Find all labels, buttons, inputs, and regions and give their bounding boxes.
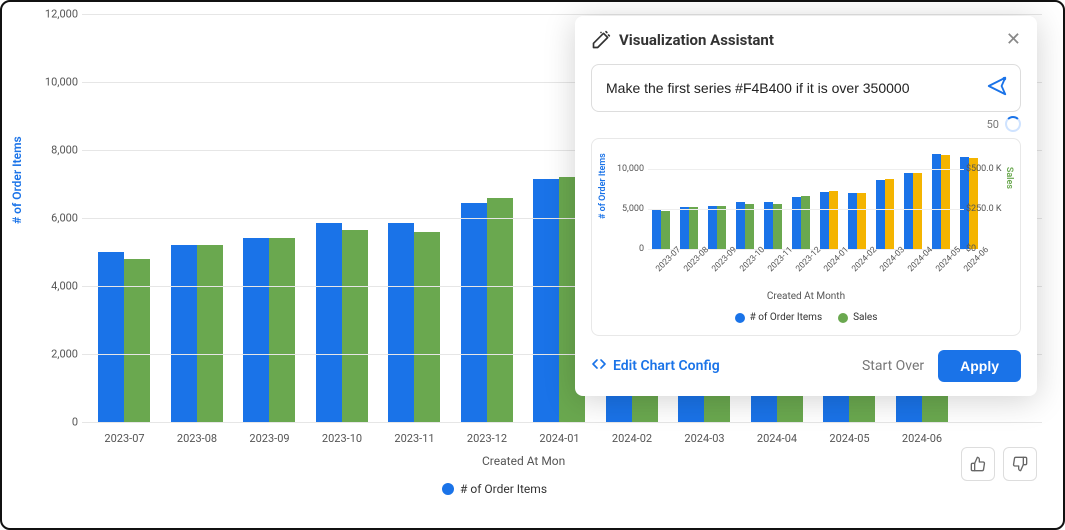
main-ytick: 12,000	[40, 8, 78, 21]
preview-legend-order-items: # of Order Items	[750, 312, 823, 323]
bar-sales	[197, 245, 223, 422]
main-xtick: 2024-05	[814, 432, 886, 445]
thumbs-up-button[interactable]	[961, 447, 995, 481]
thumbs-down-button[interactable]	[1003, 447, 1037, 481]
bar-group	[388, 223, 441, 422]
bar-order-items	[243, 238, 269, 422]
bar-order-items	[533, 179, 559, 422]
main-xaxis-title: Created At Mon	[482, 454, 565, 468]
magic-wand-icon	[591, 30, 611, 50]
preview-bar-sales	[801, 196, 810, 249]
apply-button[interactable]: Apply	[938, 350, 1021, 382]
main-ytick: 2,000	[40, 348, 78, 361]
main-ytick: 0	[40, 416, 78, 429]
preview-bar-sales	[717, 206, 726, 249]
main-xtick: 2024-02	[596, 432, 668, 445]
legend-label-order-items: # of Order Items	[460, 482, 547, 496]
bar-order-items	[461, 203, 487, 422]
preview-bar-order-items	[652, 209, 661, 249]
bar-group	[316, 223, 369, 422]
preview-bar-order-items	[680, 207, 689, 249]
preview-legend: # of Order Items Sales	[600, 312, 1012, 323]
bar-sales	[487, 198, 513, 422]
bar-group	[461, 198, 514, 422]
panel-title: Visualization Assistant	[619, 31, 998, 49]
preview-left-ytick: 0	[606, 244, 644, 254]
main-xtick: 2023-08	[161, 432, 233, 445]
bar-order-items	[316, 223, 342, 422]
preview-legend-sales: Sales	[853, 312, 877, 323]
spinner-icon	[1005, 116, 1021, 132]
preview-bar-sales	[661, 211, 670, 249]
preview-left-ytick: 5,000	[606, 204, 644, 214]
preview-bar-sales	[773, 204, 782, 249]
bar-order-items	[388, 223, 414, 422]
main-ytick: 4,000	[40, 280, 78, 293]
preview-bar-order-items	[820, 192, 829, 249]
legend-dot-order-items	[735, 313, 745, 323]
main-xtick: 2023-10	[306, 432, 378, 445]
preview-xaxis-title: Created At Month	[600, 291, 1012, 302]
bar-sales	[124, 259, 150, 422]
preview-bar-order-items	[876, 180, 885, 249]
main-xtick: 2024-03	[669, 432, 741, 445]
preview-right-ytick: $250.0 K	[966, 204, 1010, 214]
bar-sales	[414, 232, 440, 422]
preview-bar-order-items	[904, 173, 913, 249]
main-xtick: 2024-06	[886, 432, 958, 445]
preview-bar-group	[792, 196, 810, 249]
preview-bar-order-items	[848, 193, 857, 249]
visualization-assistant-panel: Visualization Assistant ✕ 50 # of Order …	[575, 16, 1037, 396]
main-xtick: 2023-07	[89, 432, 161, 445]
legend-dot-order-items	[442, 483, 454, 495]
preview-bar-sales	[829, 191, 838, 249]
start-over-button[interactable]: Start Over	[862, 358, 924, 374]
legend-dot-sales	[838, 313, 848, 323]
edit-chart-config-label: Edit Chart Config	[613, 358, 720, 374]
bar-group	[98, 252, 151, 422]
chart-preview: # of Order Items Sales 0$05,000$250.0 K1…	[591, 138, 1021, 336]
main-xtick: 2024-01	[524, 432, 596, 445]
send-icon[interactable]	[986, 75, 1008, 101]
preview-bar-sales	[885, 179, 894, 249]
preview-bar-sales	[913, 173, 922, 249]
code-icon	[591, 356, 607, 376]
preview-bar-group	[820, 191, 838, 249]
preview-bar-group	[708, 206, 726, 249]
preview-bar-group	[876, 179, 894, 249]
preview-bar-sales	[857, 193, 866, 249]
main-xtick: 2023-12	[451, 432, 523, 445]
main-chart-legend: # of Order Items	[442, 482, 547, 496]
bar-order-items	[171, 245, 197, 422]
preview-bar-order-items	[708, 206, 717, 249]
edit-chart-config-link[interactable]: Edit Chart Config	[591, 356, 720, 376]
preview-bar-sales	[745, 204, 754, 249]
main-ytick: 10,000	[40, 76, 78, 89]
bar-sales	[342, 230, 368, 422]
preview-bar-group	[680, 207, 698, 249]
main-xtick: 2023-11	[379, 432, 451, 445]
bar-order-items	[98, 252, 124, 422]
prompt-input[interactable]	[604, 79, 978, 97]
preview-bar-sales	[689, 207, 698, 249]
preview-bar-order-items	[792, 197, 801, 249]
preview-left-ytick: 10,000	[606, 164, 644, 174]
main-ytick: 6,000	[40, 212, 78, 225]
main-xtick: 2024-04	[741, 432, 813, 445]
prompt-row	[591, 64, 1021, 112]
main-ytick: 8,000	[40, 144, 78, 157]
preview-bar-group	[848, 193, 866, 249]
preview-bar-group	[904, 173, 922, 249]
close-icon[interactable]: ✕	[1006, 31, 1021, 49]
main-xtick: 2023-09	[234, 432, 306, 445]
bar-group	[171, 245, 224, 422]
bar-sales	[269, 238, 295, 422]
preview-right-ytick: $500.0 K	[966, 164, 1010, 174]
preview-bar-group	[652, 209, 670, 249]
main-yaxis-title: # of Order Items	[10, 136, 24, 224]
bar-group	[243, 238, 296, 422]
token-counter: 50	[987, 118, 999, 131]
